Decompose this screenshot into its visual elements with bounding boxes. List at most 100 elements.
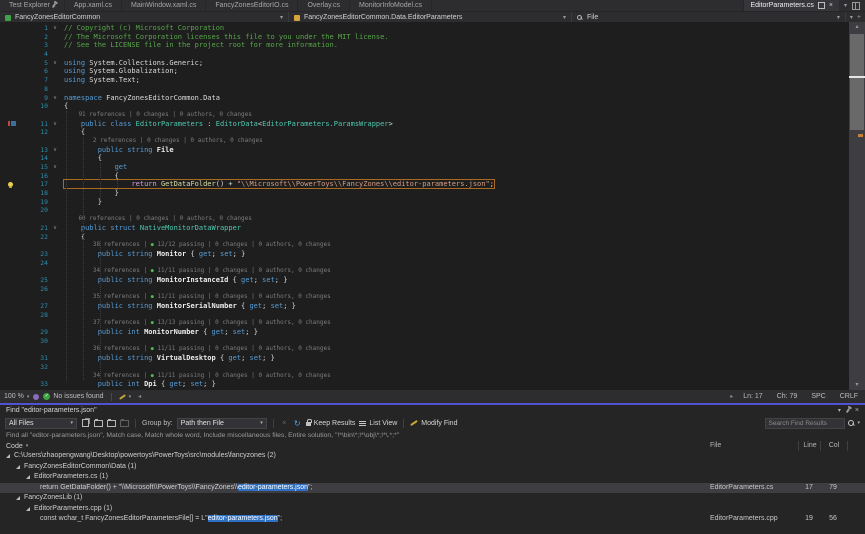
content-filter-dropdown[interactable]: Code ▾ (6, 443, 28, 450)
margin-indicator-icon[interactable] (8, 121, 16, 127)
pin-icon[interactable] (846, 408, 850, 413)
code-line[interactable]: 29 public int MonitorNumber { get; set; … (0, 328, 849, 337)
add-tab-group-icon[interactable]: + (857, 14, 861, 21)
close-icon[interactable]: × (855, 407, 859, 414)
code-line[interactable]: 33 public int Dpi { get; set; } (0, 380, 849, 389)
column-header-file[interactable]: File (710, 441, 796, 451)
scrollbar-thumb[interactable] (850, 34, 864, 130)
tab-test-explorer[interactable]: Test Explorer (0, 0, 65, 11)
window-position-icon[interactable]: ▾ (838, 407, 841, 414)
code-line[interactable]: 2// The Microsoft Corporation licenses t… (0, 33, 849, 42)
expand-all-icon[interactable] (94, 420, 103, 427)
code-line[interactable]: 10{ (0, 102, 849, 111)
code-line[interactable]: 11∨ public class EditorParameters : Edit… (0, 120, 849, 129)
expander-icon[interactable] (16, 465, 20, 469)
scroll-left-icon[interactable]: ◂ (135, 393, 144, 400)
codelens-row[interactable]: 36 references | ● 11/11 passing | 0 chan… (0, 345, 849, 354)
column-header-line[interactable]: Line (798, 441, 821, 451)
fold-chevron-icon[interactable]: ∨ (48, 24, 62, 33)
modify-find-button[interactable]: Modify Find (410, 420, 457, 427)
expander-icon[interactable] (6, 454, 10, 458)
codelens-row[interactable]: 60 references | 0 changes | 0 authors, 0… (0, 215, 849, 224)
search-find-results-input[interactable] (765, 418, 845, 429)
horizontal-scrollbar[interactable] (144, 390, 727, 403)
codelens-row[interactable]: 35 references | ● 11/11 passing | 0 chan… (0, 293, 849, 302)
split-window-icon[interactable] (852, 2, 860, 10)
tab-editorparameters[interactable]: EditorParameters.cs × (743, 0, 839, 11)
tab-app-xaml-cs[interactable]: App.xaml.cs (65, 0, 122, 11)
stop-search-icon[interactable] (120, 420, 129, 427)
find-group-row[interactable]: EditorParameters.cs (1) (0, 472, 865, 483)
issues-indicator[interactable]: ✓ No issues found (39, 393, 107, 400)
codelens-row[interactable]: 37 references | ● 13/13 passing | 0 chan… (0, 319, 849, 328)
code-line[interactable]: 4 (0, 50, 849, 59)
code-editor[interactable]: 1∨// Copyright (c) Microsoft Corporation… (0, 22, 849, 390)
vertical-scrollbar[interactable]: ▴ ▾ (849, 22, 865, 390)
codelens-row[interactable]: 34 references | ● 11/11 passing | 0 chan… (0, 372, 849, 381)
line-indicator[interactable]: Ln: 17 (736, 393, 769, 400)
code-line[interactable]: 12 { (0, 128, 849, 137)
zoom-control[interactable]: 100 % ▾ (0, 393, 33, 400)
find-result-row[interactable]: const wchar_t FancyZonesEditorParameters… (0, 514, 865, 525)
expander-icon[interactable] (16, 496, 20, 500)
code-line[interactable]: 20 (0, 206, 849, 215)
chevron-down-icon[interactable]: ▾ (857, 420, 860, 426)
codelens-row[interactable]: 34 references | ● 11/11 passing | 0 chan… (0, 267, 849, 276)
fold-chevron-icon[interactable]: ∨ (48, 94, 62, 103)
group-by-dropdown[interactable]: Path then File ▾ (177, 418, 267, 429)
fold-chevron-icon[interactable]: ∨ (48, 146, 62, 155)
spaces-indicator[interactable]: SPC (804, 393, 832, 400)
clear-results-icon[interactable]: × (280, 419, 289, 428)
scroll-down-icon[interactable]: ▾ (849, 380, 865, 390)
code-line[interactable]: 1∨// Copyright (c) Microsoft Corporation (0, 24, 849, 33)
pin-icon[interactable] (52, 3, 56, 8)
code-line[interactable]: 22 { (0, 233, 849, 242)
expander-icon[interactable] (26, 507, 30, 511)
fold-chevron-icon[interactable]: ∨ (48, 59, 62, 68)
column-header-col[interactable]: Col (820, 441, 848, 451)
code-line[interactable]: 23 public string Monitor { get; set; } (0, 250, 849, 259)
scope-dropdown[interactable]: All Files ▾ (5, 418, 77, 429)
tab-mainwindow-xaml-cs[interactable]: MainWindow.xaml.cs (122, 0, 206, 11)
keep-results-button[interactable]: Keep Results (306, 420, 356, 427)
close-tab-icon[interactable]: × (829, 2, 833, 9)
fold-chevron-icon[interactable]: ∨ (48, 120, 62, 129)
code-line[interactable]: 5∨using System.Collections.Generic; (0, 59, 849, 68)
column-indicator[interactable]: Ch: 79 (770, 393, 805, 400)
fold-chevron-icon[interactable]: ∨ (48, 224, 62, 233)
lightbulb-icon[interactable] (8, 182, 13, 187)
code-line[interactable]: 8 (0, 85, 849, 94)
code-line[interactable]: 26 (0, 285, 849, 294)
refresh-icon[interactable]: ↻ (293, 419, 302, 428)
pin-tab-icon[interactable] (818, 2, 825, 9)
find-panel-titlebar[interactable]: Find "editor-parameters.json" ▾ × (0, 405, 865, 416)
find-group-row[interactable]: EditorParameters.cpp (1) (0, 504, 865, 515)
code-line[interactable]: 19 } (0, 198, 849, 207)
tab-monitorinfomodel-cs[interactable]: MonitorInfoModel.cs (350, 0, 432, 11)
code-line[interactable]: 7using System.Text; (0, 76, 849, 85)
codelens-row[interactable]: 2 references | 0 changes | 0 authors, 0 … (0, 137, 849, 146)
scroll-right-icon[interactable]: ▸ (727, 393, 736, 400)
chevron-down-icon[interactable]: ▾ (850, 14, 853, 21)
code-line[interactable]: 30 (0, 337, 849, 346)
code-line[interactable]: 31 public string VirtualDesktop { get; s… (0, 354, 849, 363)
find-group-row[interactable]: C:\Users\zhaopengwang\Desktop\powertoys\… (0, 451, 865, 462)
code-line[interactable]: 24 (0, 259, 849, 268)
list-view-button[interactable]: List View (359, 420, 397, 427)
code-line[interactable]: 9∨namespace FancyZonesEditorCommon.Data (0, 94, 849, 103)
tab-fancyzoneseditorio-cs[interactable]: FancyZonesEditorIO.cs (206, 0, 298, 11)
editing-mode-control[interactable]: ▾ (115, 394, 136, 400)
code-line[interactable]: 3// See the LICENSE file in the project … (0, 41, 849, 50)
code-line[interactable]: 21∨ public struct NativeMonitorDataWrapp… (0, 224, 849, 233)
code-line[interactable]: 14 { (0, 154, 849, 163)
scroll-up-icon[interactable]: ▴ (849, 22, 865, 32)
find-result-row[interactable]: return GetDataFolder() + "\\Microsoft\\P… (0, 483, 865, 494)
codelens-row[interactable]: 38 references | ● 12/12 passing | 0 chan… (0, 241, 849, 250)
code-line[interactable]: 18 } (0, 189, 849, 198)
find-group-row[interactable]: FancyZonesEditorCommon\Data (1) (0, 462, 865, 473)
codelens-row[interactable]: 91 references | 0 changes | 0 authors, 0… (0, 111, 849, 120)
copy-results-icon[interactable] (82, 419, 89, 427)
code-line[interactable]: 17 return GetDataFolder() + "\\Microsoft… (0, 180, 849, 189)
search-icon[interactable] (848, 420, 854, 426)
find-group-row[interactable]: FancyZonesLib (1) (0, 493, 865, 504)
